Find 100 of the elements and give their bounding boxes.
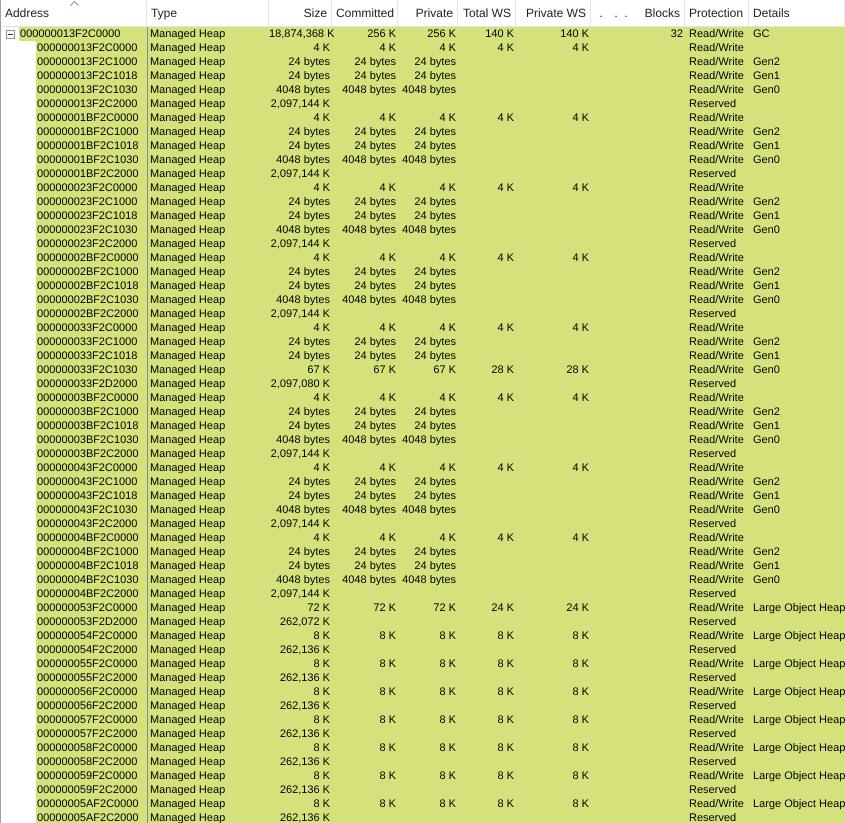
column-header[interactable]: Private WS — [516, 0, 591, 26]
table-row[interactable]: 000000043F2C0000 Managed Heap 4 K 4 K 4 K 4 K 4 K Read/Write — [1, 461, 845, 475]
table-row[interactable]: 00000003BF2C0000 Managed Heap 4 K 4 K 4 K 4 K 4 K Read/Write — [1, 391, 845, 405]
table-row[interactable]: 000000023F2C1018 Managed Heap 24 bytes 24 bytes 24 bytes Read/Write Gen1 — [1, 209, 845, 223]
table-row[interactable]: 00000005AF2C0000 Managed Heap 8 K 8 K 8 K 8 K 8 K Read/Write Large Object Heap — [1, 797, 845, 811]
table-row[interactable]: 00000002BF2C0000 Managed Heap 4 K 4 K 4 K 4 K 4 K Read/Write — [1, 251, 845, 265]
table-row[interactable]: 00000003BF2C1030 Managed Heap 4048 bytes 4048 bytes 4048 bytes Read/Write Gen0 — [1, 433, 845, 447]
size-cell-text: 4048 bytes — [275, 293, 331, 307]
private-ws-cell-text: 8 K — [571, 685, 590, 699]
private-cell-text: 4048 bytes — [401, 223, 457, 237]
table-row[interactable]: 000000058F2C0000 Managed Heap 8 K 8 K 8 K 8 K 8 K Read/Write Large Object Heap — [1, 741, 845, 755]
column-header[interactable]: Total WS — [458, 0, 516, 26]
private-cell-text: 24 bytes — [413, 265, 457, 279]
table-row[interactable]: 000000033F2C1000 Managed Heap 24 bytes 24 bytes 24 bytes Read/Write Gen2 — [1, 335, 845, 349]
column-header[interactable]: Size — [269, 0, 332, 26]
table-row[interactable]: 000000013F2C1018 Managed Heap 24 bytes 24 bytes 24 bytes Read/Write Gen1 — [1, 69, 845, 83]
table-row[interactable]: 000000023F2C2000 Managed Heap 2,097,144 K Reserved — [1, 237, 845, 251]
table-row[interactable]: 000000054F2C2000 Managed Heap 262,136 K Reserved — [1, 643, 845, 657]
column-header[interactable]: . — [611, 0, 621, 26]
table-row[interactable]: 000000013F2C1030 Managed Heap 4048 bytes 4048 bytes 4048 bytes Read/Write Gen0 — [1, 83, 845, 97]
column-header[interactable]: Private — [398, 0, 458, 26]
table-row[interactable]: 000000033F2C1030 Managed Heap 67 K 67 K 67 K 28 K 28 K Read/Write Gen0 — [1, 363, 845, 377]
private-cell-text: 4048 bytes — [401, 293, 457, 307]
table-row[interactable]: 00000003BF2C1018 Managed Heap 24 bytes 24 bytes 24 bytes Read/Write Gen1 — [1, 419, 845, 433]
type-cell: Managed Heap — [147, 811, 269, 823]
table-row[interactable]: 00000003BF2C2000 Managed Heap 2,097,144 K Reserved — [1, 447, 845, 461]
table-row[interactable]: 00000005AF2C2000 Managed Heap 262,136 K Reserved — [1, 811, 845, 823]
table-row[interactable]: 00000002BF2C1000 Managed Heap 24 bytes 24 bytes 24 bytes Read/Write Gen2 — [1, 265, 845, 279]
table-row[interactable]: 00000001BF2C1030 Managed Heap 4048 bytes 4048 bytes 4048 bytes Read/Write Gen0 — [1, 153, 845, 167]
table-row[interactable]: 00000001BF2C1018 Managed Heap 24 bytes 24 bytes 24 bytes Read/Write Gen1 — [1, 139, 845, 153]
table-row[interactable]: 000000013F2C1000 Managed Heap 24 bytes 24 bytes 24 bytes Read/Write Gen2 — [1, 55, 845, 69]
table-row[interactable]: 000000057F2C2000 Managed Heap 262,136 K Reserved — [1, 727, 845, 741]
size-cell-text: 24 bytes — [287, 489, 331, 503]
table-row[interactable]: 000000013F2C0000 Managed Heap 18,874,368 K 256 K 256 K 140 K 140 K 32 Read/Write GC — [1, 27, 845, 41]
table-row[interactable]: 000000023F2C0000 Managed Heap 4 K 4 K 4 K 4 K 4 K Read/Write — [1, 181, 845, 195]
details-cell-text: Large Object Heap — [752, 629, 845, 643]
details-cell-text: Gen0 — [752, 153, 781, 167]
collapse-toggle-icon[interactable] — [6, 30, 14, 38]
table-row[interactable]: 00000004BF2C1018 Managed Heap 24 bytes 24 bytes 24 bytes Read/Write Gen1 — [1, 559, 845, 573]
table-row[interactable]: 000000057F2C0000 Managed Heap 8 K 8 K 8 K 8 K 8 K Read/Write Large Object Heap — [1, 713, 845, 727]
column-header[interactable]: Details — [749, 0, 845, 26]
table-row[interactable]: 000000023F2C1030 Managed Heap 4048 bytes 4048 bytes 4048 bytes Read/Write Gen0 — [1, 223, 845, 237]
table-row[interactable]: 000000056F2C2000 Managed Heap 262,136 K Reserved — [1, 699, 845, 713]
table-row[interactable]: 000000058F2C2000 Managed Heap 262,136 K Reserved — [1, 755, 845, 769]
total-ws-cell-text: 4 K — [496, 111, 515, 125]
protection-cell-text: Read/Write — [688, 545, 745, 559]
address-cell: 000000054F2C2000 — [36, 643, 147, 657]
column-header[interactable]: . — [621, 0, 631, 26]
table-row[interactable]: 000000059F2C0000 Managed Heap 8 K 8 K 8 K 8 K 8 K Read/Write Large Object Heap — [1, 769, 845, 783]
address-cell: 00000002BF2C0000 — [36, 251, 147, 265]
column-header[interactable]: Address — [1, 0, 147, 26]
column-header[interactable]: Type — [147, 0, 269, 26]
table-row[interactable]: 000000013F2C0000 Managed Heap 4 K 4 K 4 K 4 K 4 K Read/Write — [1, 41, 845, 55]
table-row[interactable]: 000000043F2C1018 Managed Heap 24 bytes 24 bytes 24 bytes Read/Write Gen1 — [1, 489, 845, 503]
table-row[interactable]: 00000002BF2C2000 Managed Heap 2,097,144 K Reserved — [1, 307, 845, 321]
table-row[interactable]: 000000053F2C0000 Managed Heap 72 K 72 K 72 K 24 K 24 K Read/Write Large Object Heap — [1, 601, 845, 615]
table-row[interactable]: 000000013F2C2000 Managed Heap 2,097,144 K Reserved — [1, 97, 845, 111]
table-row[interactable]: 000000023F2C1000 Managed Heap 24 bytes 24 bytes 24 bytes Read/Write Gen2 — [1, 195, 845, 209]
table-row[interactable]: 00000004BF2C0000 Managed Heap 4 K 4 K 4 K 4 K 4 K Read/Write — [1, 531, 845, 545]
table-row[interactable]: 00000002BF2C1018 Managed Heap 24 bytes 24 bytes 24 bytes Read/Write Gen1 — [1, 279, 845, 293]
committed-cell-text: 24 bytes — [353, 475, 397, 489]
table-row[interactable]: 00000004BF2C2000 Managed Heap 2,097,144 K Reserved — [1, 587, 845, 601]
size-cell-text: 262,136 K — [278, 811, 331, 823]
column-header[interactable]: Protection — [685, 0, 749, 26]
private-cell-text: 24 bytes — [413, 335, 457, 349]
column-header[interactable]: Blocks — [631, 0, 685, 26]
protection-cell-text: Read/Write — [688, 573, 745, 587]
table-row[interactable]: 000000053F2D2000 Managed Heap 262,072 K Reserved — [1, 615, 845, 629]
table-row[interactable]: 000000043F2C2000 Managed Heap 2,097,144 K Reserved — [1, 517, 845, 531]
table-row[interactable]: 000000043F2C1000 Managed Heap 24 bytes 24 bytes 24 bytes Read/Write Gen2 — [1, 475, 845, 489]
table-row[interactable]: 00000004BF2C1000 Managed Heap 24 bytes 24 bytes 24 bytes Read/Write Gen2 — [1, 545, 845, 559]
address-cell: 00000004BF2C0000 — [36, 531, 147, 545]
table-row[interactable]: 000000054F2C0000 Managed Heap 8 K 8 K 8 K 8 K 8 K Read/Write Large Object Heap — [1, 629, 845, 643]
table-row[interactable]: 000000055F2C2000 Managed Heap 262,136 K Reserved — [1, 671, 845, 685]
table-row[interactable]: 000000055F2C0000 Managed Heap 8 K 8 K 8 K 8 K 8 K Read/Write Large Object Heap — [1, 657, 845, 671]
table-row[interactable]: 00000002BF2C1030 Managed Heap 4048 bytes 4048 bytes 4048 bytes Read/Write Gen0 — [1, 293, 845, 307]
committed-cell-text: 4048 bytes — [341, 433, 397, 447]
table-row[interactable]: 000000043F2C1030 Managed Heap 4048 bytes 4048 bytes 4048 bytes Read/Write Gen0 — [1, 503, 845, 517]
private-ws-cell-text: 8 K — [571, 713, 590, 727]
table-row[interactable]: 000000033F2C0000 Managed Heap 4 K 4 K 4 K 4 K 4 K Read/Write — [1, 321, 845, 335]
private-cell-text: 24 bytes — [413, 545, 457, 559]
column-header[interactable]: Committed — [332, 0, 398, 26]
size-cell-text: 4048 bytes — [275, 573, 331, 587]
table-row[interactable]: 000000056F2C0000 Managed Heap 8 K 8 K 8 K 8 K 8 K Read/Write Large Object Heap — [1, 685, 845, 699]
column-header[interactable]: . — [591, 0, 611, 26]
table-row[interactable]: 00000003BF2C1000 Managed Heap 24 bytes 24 bytes 24 bytes Read/Write Gen2 — [1, 405, 845, 419]
private-ws-cell-text: 4 K — [571, 321, 590, 335]
table-row[interactable]: 000000033F2D2000 Managed Heap 2,097,080 K Reserved — [1, 377, 845, 391]
private-cell-text: 72 K — [432, 601, 457, 615]
address-cell: 000000013F2C1018 — [36, 69, 147, 83]
table-row[interactable]: 00000004BF2C1030 Managed Heap 4048 bytes 4048 bytes 4048 bytes Read/Write Gen0 — [1, 573, 845, 587]
table-row[interactable]: 00000001BF2C2000 Managed Heap 2,097,144 K Reserved — [1, 167, 845, 181]
table-row[interactable]: 00000001BF2C0000 Managed Heap 4 K 4 K 4 K 4 K 4 K Read/Write — [1, 111, 845, 125]
private-ws-cell-text: 28 K — [565, 363, 590, 377]
table-row[interactable]: 00000001BF2C1000 Managed Heap 24 bytes 24 bytes 24 bytes Read/Write Gen2 — [1, 125, 845, 139]
details-cell-text: Gen1 — [752, 559, 781, 573]
protection-cell-text: Reserved — [688, 587, 738, 601]
committed-cell-text: 24 bytes — [353, 405, 397, 419]
table-row[interactable]: 000000059F2C2000 Managed Heap 262,136 K Reserved — [1, 783, 845, 797]
table-row[interactable]: 000000033F2C1018 Managed Heap 24 bytes 24 bytes 24 bytes Read/Write Gen1 — [1, 349, 845, 363]
